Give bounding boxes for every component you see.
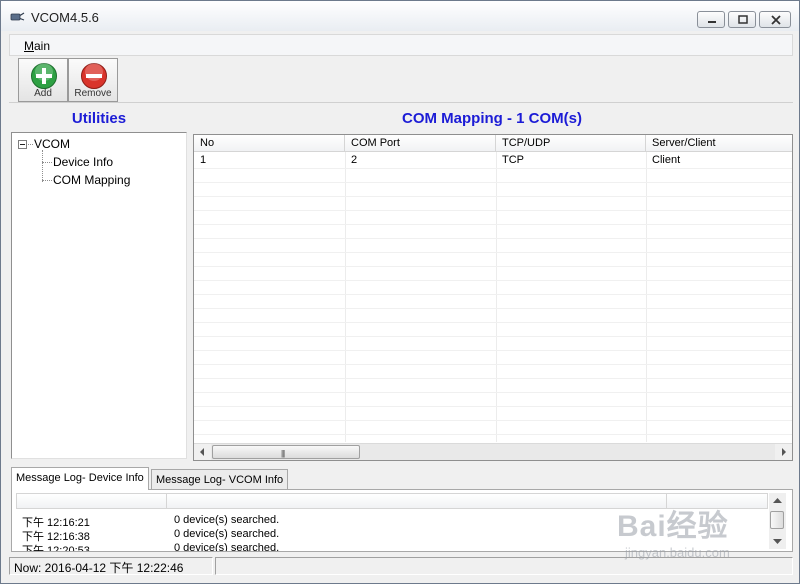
grid-line — [194, 182, 792, 183]
add-button-label: Add — [34, 88, 52, 99]
app-window: VCOM4.5.6 Main Add Remove Utilities VCOM… — [0, 0, 800, 584]
tree-collapse-toggle[interactable] — [18, 140, 27, 149]
grid-line — [194, 420, 792, 421]
status-now: Now: 2016-04-12 下午 12:22:46 — [9, 557, 213, 575]
add-button[interactable]: Add — [18, 58, 68, 102]
log-message: 0 device(s) searched. — [174, 514, 280, 526]
tab-message-log-device-info[interactable]: Message Log- Device Info — [11, 467, 149, 490]
grid-line — [194, 308, 792, 309]
tree-connector — [42, 180, 52, 181]
log-message: 0 device(s) searched. — [174, 542, 280, 552]
grid-line — [194, 294, 792, 295]
utilities-title: Utilities — [71, 110, 127, 127]
log-column-header-time[interactable] — [17, 494, 167, 509]
menu-bar: Main — [9, 34, 793, 56]
com-mapping-panel: COM Mapping - 1 COM(s) No COM Port TCP/U… — [191, 107, 793, 461]
grid-line — [194, 322, 792, 323]
grid-line — [194, 392, 792, 393]
column-header-tcp-udp[interactable]: TCP/UDP — [496, 135, 646, 152]
grid-line — [194, 378, 792, 379]
utilities-panel: Utilities VCOM Device Info COM Mapping — [9, 107, 189, 461]
toolbar: Add Remove — [9, 57, 793, 103]
cell-server-client: Client — [652, 154, 681, 166]
title-bar[interactable]: VCOM4.5.6 — [1, 1, 799, 31]
grid-line — [194, 280, 792, 281]
menu-main[interactable]: Main — [24, 39, 50, 53]
tree-item-com-mapping[interactable]: COM Mapping — [53, 173, 130, 187]
grid-line — [194, 224, 792, 225]
grid-line — [194, 266, 792, 267]
table-row[interactable]: 1 2 TCP Client — [194, 154, 792, 168]
log-time: 下午 12:20:53 — [22, 545, 90, 552]
cell-com-port: 2 — [351, 154, 358, 166]
scroll-left-button[interactable] — [194, 444, 211, 460]
arrow-left-icon — [200, 448, 204, 456]
tab-message-log-vcom-info[interactable]: Message Log- VCOM Info — [151, 469, 289, 489]
tree-connector — [42, 150, 43, 182]
grid-line — [194, 168, 792, 169]
grip-icon: ||| — [281, 449, 285, 458]
maximize-button[interactable] — [728, 11, 756, 28]
horizontal-scrollbar[interactable]: ||| — [194, 443, 792, 460]
grid-line — [194, 252, 792, 253]
list-header: No COM Port TCP/UDP Server/Client — [194, 135, 792, 152]
log-message: 0 device(s) searched. — [174, 528, 280, 540]
remove-button[interactable]: Remove — [68, 58, 118, 102]
grid-line — [194, 350, 792, 351]
com-mapping-title: COM Mapping - 1 COM(s) — [402, 110, 582, 127]
close-button[interactable] — [759, 11, 791, 28]
column-header-com-port[interactable]: COM Port — [345, 135, 496, 152]
grid-line — [194, 406, 792, 407]
grid-line — [194, 210, 792, 211]
close-icon — [771, 15, 781, 25]
utilities-tree: VCOM Device Info COM Mapping — [11, 132, 187, 459]
tree-item-device-info[interactable]: Device Info — [53, 155, 113, 169]
maximize-icon — [738, 15, 748, 24]
remove-button-label: Remove — [74, 88, 112, 99]
cell-no: 1 — [200, 154, 207, 166]
tree-connector — [28, 144, 33, 145]
plug-icon — [10, 12, 25, 21]
remove-icon — [81, 63, 107, 89]
tree-connector — [42, 162, 52, 163]
baidu-watermark: Bai经验 jingyan.baidu.com — [615, 497, 795, 567]
grid-line — [194, 196, 792, 197]
column-header-no[interactable]: No — [194, 135, 345, 152]
horizontal-scroll-thumb[interactable]: ||| — [212, 445, 360, 459]
arrow-right-icon — [782, 448, 786, 456]
minimize-icon — [708, 21, 716, 23]
watermark-brand: Bai经验 — [617, 510, 729, 543]
grid-line — [194, 336, 792, 337]
cell-tcp-udp: TCP — [502, 154, 524, 166]
grid-line — [194, 238, 792, 239]
tree-item-vcom[interactable]: VCOM — [34, 137, 70, 151]
column-header-server-client[interactable]: Server/Client — [646, 135, 792, 152]
add-icon — [31, 63, 57, 89]
log-column-header-message[interactable] — [167, 494, 667, 509]
com-mapping-list[interactable]: No COM Port TCP/UDP Server/Client 1 2 TC… — [193, 134, 793, 461]
minimize-button[interactable] — [697, 11, 725, 28]
grid-line — [194, 434, 792, 435]
watermark-url: jingyan.baidu.com — [625, 545, 730, 560]
log-tabstrip: Message Log- Device Info Message Log- VC… — [11, 467, 793, 490]
grid-line — [194, 364, 792, 365]
scroll-right-button[interactable] — [775, 444, 792, 460]
window-title: VCOM4.5.6 — [31, 10, 99, 25]
